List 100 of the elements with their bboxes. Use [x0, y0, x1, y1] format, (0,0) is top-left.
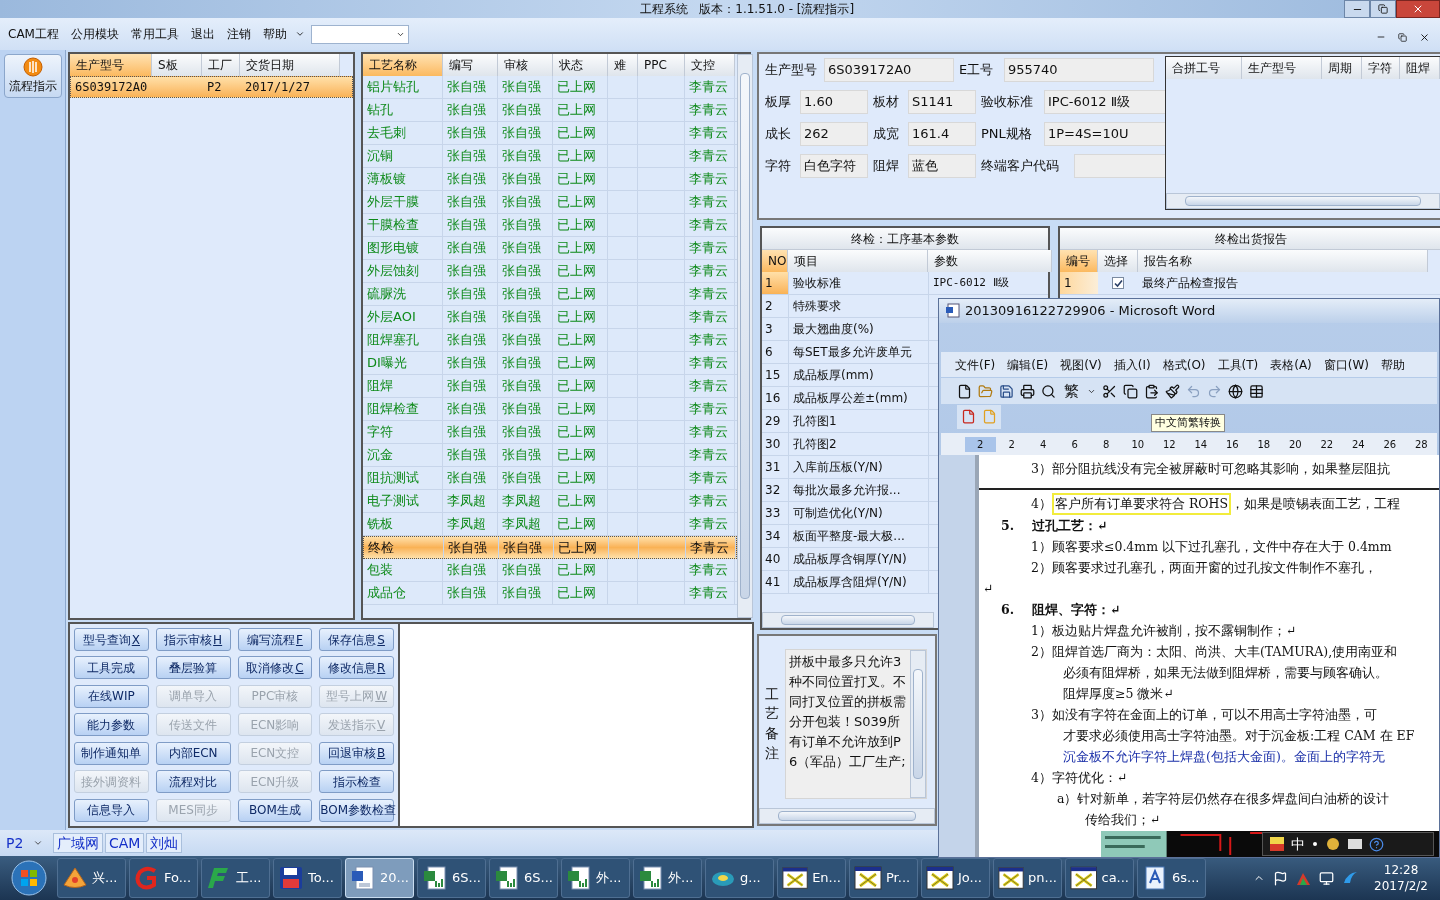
- table-row[interactable]: 铝片钻孔 张自强 张自强 已上网 李青云: [363, 76, 737, 99]
- menu-item[interactable]: 工具(T): [1217, 355, 1259, 374]
- taskbar-button[interactable]: 6s...: [1137, 858, 1206, 898]
- column-header[interactable]: 参数: [928, 250, 1052, 272]
- action-button[interactable]: 编写流程F: [237, 628, 313, 651]
- menu-item[interactable]: 格式(O): [1162, 355, 1206, 374]
- taskbar-button[interactable]: ca...: [1065, 858, 1134, 898]
- action-button[interactable]: 保存信息S: [319, 628, 394, 651]
- action-button[interactable]: 取消修改 C: [237, 656, 313, 680]
- folder-icon[interactable]: [978, 383, 993, 399]
- scrollbar[interactable]: [762, 612, 934, 628]
- taskbar-button[interactable]: Pr...: [849, 858, 918, 898]
- table-icon[interactable]: [1249, 383, 1264, 399]
- row-number-cell[interactable]: 6: [762, 341, 788, 363]
- column-header[interactable]: 生产型号: [1242, 57, 1322, 79]
- row-number-cell[interactable]: 31: [762, 456, 788, 478]
- menu-item[interactable]: 帮助: [258, 25, 291, 43]
- action-button[interactable]: 叠层验算: [155, 656, 231, 680]
- taskbar-button[interactable]: 外...: [561, 858, 630, 898]
- column-header[interactable]: 报告名称: [1138, 250, 1428, 272]
- action-button[interactable]: 回退审核B: [319, 741, 394, 765]
- column-header[interactable]: NO: [762, 250, 788, 272]
- column-header[interactable]: PPC: [638, 54, 685, 76]
- checkbox[interactable]: [1112, 277, 1124, 289]
- help-icon[interactable]: [1369, 836, 1384, 852]
- table-row[interactable]: 阻焊塞孔 张自强 张自强 已上网 李青云: [363, 329, 737, 352]
- column-header[interactable]: 选择: [1098, 250, 1138, 272]
- menu-item[interactable]: 常用工具: [126, 25, 183, 43]
- table-row[interactable]: 沉金 张自强 张自强 已上网 李青云: [363, 444, 737, 467]
- menu-item[interactable]: 窗口(W): [1323, 355, 1370, 374]
- action-button[interactable]: BOM参数检查: [319, 798, 394, 822]
- row-number-cell[interactable]: 33: [762, 502, 788, 524]
- restore-button[interactable]: [1370, 0, 1396, 18]
- action-button[interactable]: 信息导入: [74, 798, 149, 822]
- table-row[interactable]: 外层AOI 张自强 张自强 已上网 李青云: [363, 306, 737, 329]
- row-number-cell[interactable]: 3: [762, 318, 788, 340]
- minimize-button[interactable]: [1344, 0, 1370, 18]
- table-row[interactable]: 包装 张自强 张自强 已上网 李青云: [363, 559, 737, 582]
- row-number-cell[interactable]: 15: [762, 364, 788, 386]
- clock-date[interactable]: 2017/2/2: [1374, 878, 1428, 894]
- clock-time[interactable]: 12:28: [1383, 862, 1419, 878]
- save-icon[interactable]: [999, 383, 1014, 399]
- table-row[interactable]: 硫脲洗 张自强 张自强 已上网 李青云: [363, 283, 737, 306]
- column-header[interactable]: 编号: [1060, 250, 1098, 272]
- printer-icon[interactable]: [1020, 383, 1035, 399]
- column-header[interactable]: 合拼工号: [1166, 57, 1242, 79]
- taskbar-button[interactable]: 兴...: [57, 858, 126, 898]
- taskbar-button[interactable]: Fo...: [129, 858, 198, 898]
- taskbar-button[interactable]: 外...: [633, 858, 702, 898]
- row-number-cell[interactable]: 32: [762, 479, 788, 501]
- taskbar-button[interactable]: 6S...: [417, 858, 486, 898]
- ime-mode[interactable]: 中: [1291, 833, 1305, 855]
- row-number-cell[interactable]: 40: [762, 548, 788, 570]
- text-field[interactable]: 蓝色: [908, 154, 976, 178]
- menu-item[interactable]: CAM工程: [4, 25, 63, 43]
- app-tray-icon[interactable]: [1342, 871, 1359, 885]
- punctuation-icon[interactable]: [1311, 840, 1319, 848]
- pdf-icon[interactable]: [961, 409, 976, 425]
- row-number-cell[interactable]: 29: [762, 410, 788, 432]
- action-button[interactable]: 在线WIP: [74, 684, 149, 708]
- text-field[interactable]: S1141: [908, 90, 976, 114]
- table-row[interactable]: 阻抗测试 张自强 张自强 已上网 李青云: [363, 467, 737, 490]
- row-number-cell[interactable]: 1: [762, 272, 788, 294]
- taskbar-button[interactable]: En...: [777, 858, 846, 898]
- text-field[interactable]: 161.4: [908, 122, 976, 146]
- column-header[interactable]: 审核: [498, 54, 553, 76]
- action-button[interactable]: 内部ECN: [155, 741, 231, 765]
- action-button[interactable]: 指示检查: [319, 770, 394, 794]
- table-row[interactable]: 外层蚀刻 张自强 张自强 已上网 李青云: [363, 260, 737, 283]
- table-row[interactable]: 阻焊检查 张自强 张自强 已上网 李青云: [363, 398, 737, 421]
- menu-item[interactable]: 插入(I): [1113, 355, 1151, 374]
- row-number-cell[interactable]: 30: [762, 433, 788, 455]
- taskbar-button[interactable]: To...: [273, 858, 342, 898]
- table-row[interactable]: 外层干膜 张自强 张自强 已上网 李青云: [363, 191, 737, 214]
- remark-textarea[interactable]: 拼板中最多只允许3种不同位置打叉。不同打叉位置的拼板需分开包装！S039所有订单不允许放到P6（军品）工厂生产;: [785, 649, 927, 799]
- action-button[interactable]: 修改信息R: [319, 656, 394, 680]
- text-field[interactable]: 955740: [1004, 58, 1154, 82]
- convert-button[interactable]: 繁: [1062, 379, 1081, 403]
- text-field[interactable]: 1P=4S=10U: [1044, 122, 1168, 146]
- new-document-icon[interactable]: [957, 383, 972, 399]
- column-header[interactable]: 项目: [788, 250, 928, 272]
- row-number-cell[interactable]: 34: [762, 525, 788, 547]
- column-header[interactable]: S板: [152, 54, 202, 76]
- row-number-cell[interactable]: 2: [762, 295, 788, 317]
- factory-dropdown[interactable]: P2: [0, 832, 52, 854]
- restore-icon[interactable]: [1398, 32, 1407, 42]
- column-header[interactable]: 阻焊: [1400, 57, 1440, 79]
- action-button[interactable]: 流程对比: [155, 770, 231, 794]
- menu-item[interactable]: 公用模块: [66, 25, 123, 43]
- search-icon[interactable]: [1041, 383, 1056, 399]
- copy-icon[interactable]: [1123, 383, 1138, 399]
- keyboard-icon[interactable]: [1347, 837, 1363, 851]
- menu-item[interactable]: 文件(F): [955, 355, 996, 374]
- table-row[interactable]: 干膜检查 张自强 张自强 已上网 李青云: [363, 214, 737, 237]
- flag-icon[interactable]: [1273, 870, 1289, 886]
- action-button[interactable]: BOM生成: [237, 798, 313, 822]
- monitor-icon[interactable]: [1319, 870, 1335, 886]
- column-header[interactable]: 工艺名称: [363, 54, 443, 76]
- scrollbar[interactable]: [737, 54, 753, 618]
- table-row[interactable]: 字符 张自强 张自强 已上网 李青云: [363, 421, 737, 444]
